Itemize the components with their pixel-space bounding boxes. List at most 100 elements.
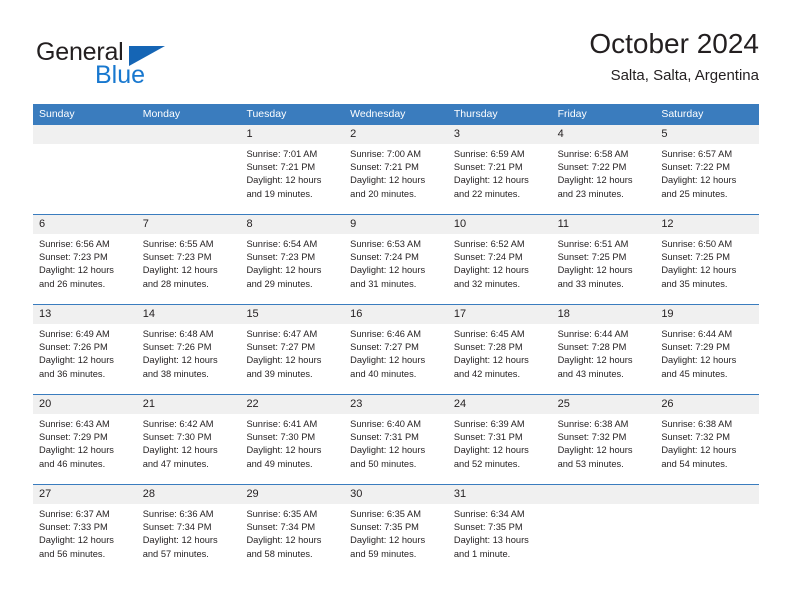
sunrise-text: Sunrise: 6:34 AM: [453, 509, 525, 519]
daylight-text-line1: Daylight: 12 hours: [557, 445, 633, 456]
sunset-text: Sunset: 7:29 PM: [661, 342, 731, 353]
daylight-text-line2: and 58 minutes.: [246, 548, 313, 559]
general-blue-logo[interactable]: General Blue: [33, 36, 213, 96]
sunrise-text: Sunrise: 6:41 AM: [246, 419, 318, 429]
day-sun-info: Sunrise: 6:40 AM Sunset: 7:31 PM Daylight:…: [344, 414, 448, 471]
sunset-text: Sunset: 7:22 PM: [557, 162, 627, 173]
day-sun-info: Sunrise: 6:43 AM Sunset: 7:29 PM Daylight:…: [33, 414, 137, 471]
sunrise-text: Sunrise: 6:38 AM: [557, 419, 629, 429]
calendar-day-cell[interactable]: 1 Sunrise: 7:01 AM Sunset: 7:21 PM Daylight…: [240, 125, 345, 214]
daylight-text-line2: and 26 minutes.: [39, 278, 106, 289]
calendar-day-cell[interactable]: 22 Sunrise: 6:41 AM Sunset: 7:30 PM Dayligh…: [240, 395, 345, 484]
weekday-tuesday: Tuesday: [246, 108, 287, 120]
calendar-grid: Sunday Monday Tuesday Wednesday Thursday…: [33, 104, 760, 574]
daylight-text-line1: Daylight: 12 hours: [246, 175, 322, 186]
calendar-day-cell[interactable]: 21 Sunrise: 6:42 AM Sunset: 7:30 PM Dayligh…: [136, 395, 241, 484]
calendar-day-cell[interactable]: 8 Sunrise: 6:54 AM Sunset: 7:23 PM Daylight…: [240, 215, 345, 304]
calendar-week-row: 13 Sunrise: 6:49 AM Sunset: 7:26 PM Dayligh…: [33, 304, 760, 394]
calendar-day-cell[interactable]: 14 Sunrise: 6:48 AM Sunset: 7:26 PM Dayligh…: [136, 305, 241, 394]
daylight-text-line2: and 54 minutes.: [661, 458, 728, 469]
day-number: 30: [344, 485, 448, 504]
daylight-text-line2: and 59 minutes.: [350, 548, 417, 559]
calendar-day-cell[interactable]: 15 Sunrise: 6:47 AM Sunset: 7:27 PM Dayligh…: [240, 305, 345, 394]
daylight-text-line1: Daylight: 12 hours: [557, 265, 633, 276]
calendar-day-cell[interactable]: 25 Sunrise: 6:38 AM Sunset: 7:32 PM Dayligh…: [551, 395, 656, 484]
daylight-text-line1: Daylight: 12 hours: [350, 355, 426, 366]
daylight-text-line2: and 50 minutes.: [350, 458, 417, 469]
day-number: 23: [344, 395, 448, 414]
calendar-day-cell[interactable]: 12 Sunrise: 6:50 AM Sunset: 7:25 PM Dayligh…: [655, 215, 760, 304]
day-sun-info: Sunrise: 6:39 AM Sunset: 7:31 PM Daylight:…: [448, 414, 552, 471]
sunset-text: Sunset: 7:29 PM: [39, 432, 108, 443]
calendar-day-cell-empty: [33, 125, 137, 214]
sunset-text: Sunset: 7:30 PM: [246, 432, 316, 443]
daylight-text-line2: and 19 minutes.: [246, 188, 313, 199]
calendar-day-cell[interactable]: 18 Sunrise: 6:44 AM Sunset: 7:28 PM Dayligh…: [551, 305, 656, 394]
calendar-day-cell[interactable]: 11 Sunrise: 6:51 AM Sunset: 7:25 PM Dayligh…: [551, 215, 656, 304]
daylight-text-line1: Daylight: 13 hours: [453, 535, 529, 546]
daylight-text-line2: and 46 minutes.: [39, 458, 106, 469]
calendar-day-cell[interactable]: 23 Sunrise: 6:40 AM Sunset: 7:31 PM Dayligh…: [344, 395, 448, 484]
sunset-text: Sunset: 7:25 PM: [661, 252, 731, 263]
day-number: 17: [447, 305, 552, 324]
day-number: [551, 485, 656, 504]
sunrise-text: Sunrise: 6:52 AM: [453, 239, 525, 249]
sunset-text: Sunset: 7:22 PM: [661, 162, 731, 173]
calendar-day-cell[interactable]: 7 Sunrise: 6:55 AM Sunset: 7:23 PM Daylight…: [136, 215, 241, 304]
day-sun-info: Sunrise: 6:38 AM Sunset: 7:32 PM Daylight:…: [655, 414, 759, 471]
calendar-day-cell[interactable]: 6 Sunrise: 6:56 AM Sunset: 7:23 PM Daylight…: [33, 215, 137, 304]
day-sun-info: Sunrise: 6:59 AM Sunset: 7:21 PM Daylight:…: [448, 144, 552, 201]
calendar-day-cell[interactable]: 3 Sunrise: 6:59 AM Sunset: 7:21 PM Daylight…: [447, 125, 552, 214]
day-number: 3: [447, 125, 552, 144]
daylight-text-line1: Daylight: 12 hours: [39, 265, 114, 276]
day-sun-info: Sunrise: 6:44 AM Sunset: 7:28 PM Daylight:…: [552, 324, 656, 381]
sunset-text: Sunset: 7:27 PM: [246, 342, 316, 353]
calendar-day-cell[interactable]: 13 Sunrise: 6:49 AM Sunset: 7:26 PM Dayligh…: [33, 305, 137, 394]
sunrise-text: Sunrise: 6:44 AM: [661, 329, 733, 339]
daylight-text-line2: and 53 minutes.: [557, 458, 624, 469]
day-number: 15: [240, 305, 345, 324]
calendar-week-row: 27 Sunrise: 6:37 AM Sunset: 7:33 PM Dayligh…: [33, 484, 760, 574]
daylight-text-line1: Daylight: 12 hours: [453, 355, 529, 366]
daylight-text-line2: and 35 minutes.: [661, 278, 728, 289]
daylight-text-line1: Daylight: 12 hours: [142, 355, 218, 366]
daylight-text-line1: Daylight: 12 hours: [39, 445, 114, 456]
calendar-day-cell[interactable]: 24 Sunrise: 6:39 AM Sunset: 7:31 PM Dayligh…: [447, 395, 552, 484]
daylight-text-line1: Daylight: 12 hours: [557, 355, 633, 366]
day-number: [136, 125, 241, 144]
day-sun-info: Sunrise: 6:54 AM Sunset: 7:23 PM Daylight:…: [240, 234, 344, 291]
weekday-sunday: Sunday: [39, 108, 75, 120]
day-number: 2: [344, 125, 448, 144]
weekday-saturday: Saturday: [661, 108, 704, 120]
calendar-day-cell[interactable]: 30 Sunrise: 6:35 AM Sunset: 7:35 PM Dayligh…: [344, 485, 448, 574]
sunrise-text: Sunrise: 6:54 AM: [246, 239, 318, 249]
calendar-day-cell[interactable]: 28 Sunrise: 6:36 AM Sunset: 7:34 PM Dayligh…: [136, 485, 241, 574]
weekday-monday: Monday: [142, 108, 181, 120]
calendar-day-cell[interactable]: 2 Sunrise: 7:00 AM Sunset: 7:21 PM Daylight…: [344, 125, 448, 214]
calendar-day-cell[interactable]: 20 Sunrise: 6:43 AM Sunset: 7:29 PM Dayligh…: [33, 395, 137, 484]
daylight-text-line1: Daylight: 12 hours: [142, 445, 218, 456]
calendar-day-cell[interactable]: 17 Sunrise: 6:45 AM Sunset: 7:28 PM Dayligh…: [447, 305, 552, 394]
calendar-day-cell[interactable]: 10 Sunrise: 6:52 AM Sunset: 7:24 PM Dayligh…: [447, 215, 552, 304]
day-sun-info: Sunrise: 6:57 AM Sunset: 7:22 PM Daylight:…: [655, 144, 759, 201]
calendar-day-cell[interactable]: 16 Sunrise: 6:46 AM Sunset: 7:27 PM Dayligh…: [344, 305, 448, 394]
calendar-day-cell[interactable]: 5 Sunrise: 6:57 AM Sunset: 7:22 PM Daylight…: [655, 125, 760, 214]
calendar-day-cell[interactable]: 4 Sunrise: 6:58 AM Sunset: 7:22 PM Daylight…: [551, 125, 656, 214]
calendar-day-cell[interactable]: 31 Sunrise: 6:34 AM Sunset: 7:35 PM Dayligh…: [447, 485, 552, 574]
daylight-text-line1: Daylight: 12 hours: [453, 175, 529, 186]
sunset-text: Sunset: 7:25 PM: [557, 252, 627, 263]
sunrise-text: Sunrise: 6:36 AM: [142, 509, 214, 519]
daylight-text-line2: and 25 minutes.: [661, 188, 728, 199]
sunset-text: Sunset: 7:26 PM: [142, 342, 212, 353]
sunset-text: Sunset: 7:23 PM: [142, 252, 212, 263]
calendar-day-cell[interactable]: 19 Sunrise: 6:44 AM Sunset: 7:29 PM Dayligh…: [655, 305, 760, 394]
sunrise-text: Sunrise: 6:49 AM: [39, 329, 110, 339]
sunset-text: Sunset: 7:35 PM: [453, 522, 523, 533]
calendar-day-cell[interactable]: 26 Sunrise: 6:38 AM Sunset: 7:32 PM Dayligh…: [655, 395, 760, 484]
calendar-day-cell[interactable]: 9 Sunrise: 6:53 AM Sunset: 7:24 PM Daylight…: [344, 215, 448, 304]
sunset-text: Sunset: 7:33 PM: [39, 522, 108, 533]
calendar-day-cell[interactable]: 29 Sunrise: 6:35 AM Sunset: 7:34 PM Dayligh…: [240, 485, 345, 574]
calendar-page: General Blue October 2024 Salta, Salta, …: [0, 0, 792, 612]
day-number: 11: [551, 215, 656, 234]
calendar-day-cell[interactable]: 27 Sunrise: 6:37 AM Sunset: 7:33 PM Dayligh…: [33, 485, 137, 574]
